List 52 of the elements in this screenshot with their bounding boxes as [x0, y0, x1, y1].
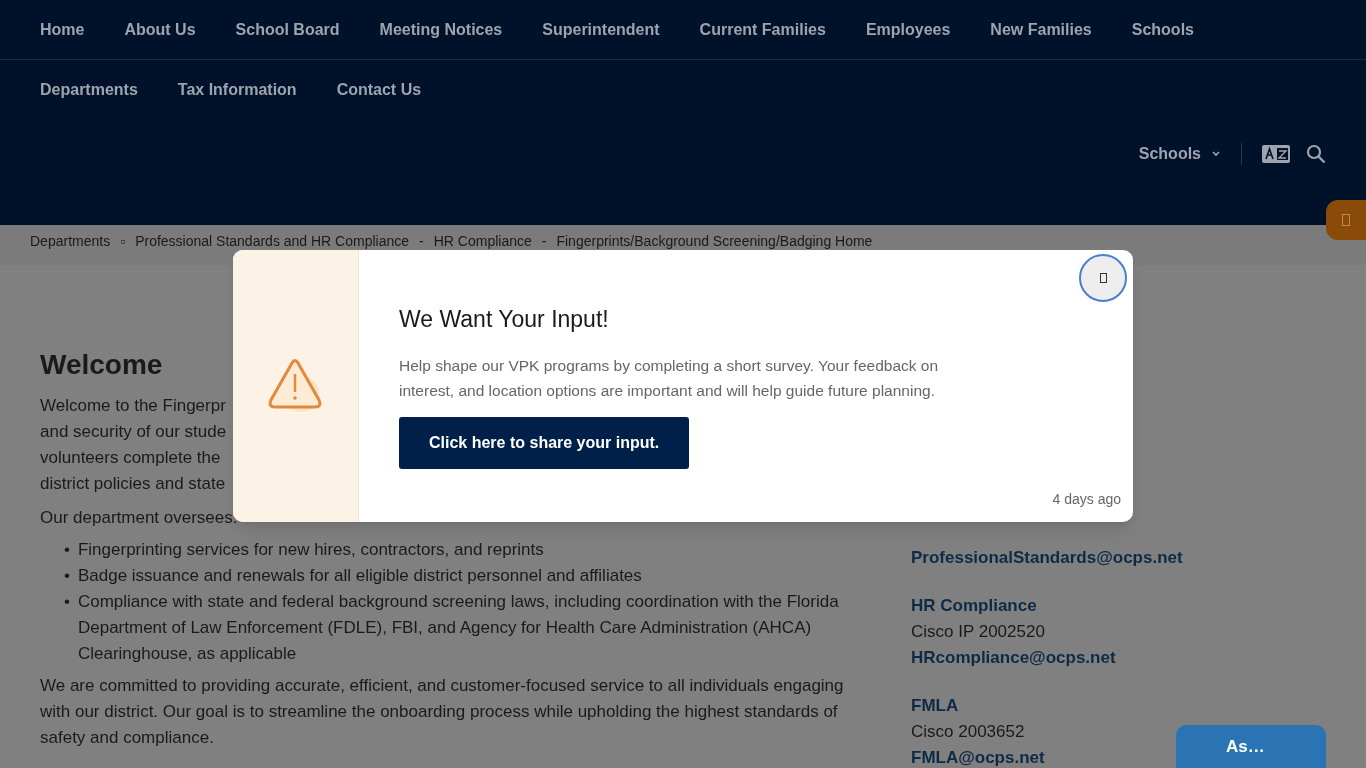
breadcrumb-link[interactable]: HR Compliance	[433, 231, 532, 252]
nav-link[interactable]: Superintendent	[522, 17, 680, 42]
share-input-button[interactable]: Click here to share your input.	[399, 416, 690, 469]
nav-link[interactable]: Home	[20, 17, 105, 42]
glyph-icon	[1342, 214, 1350, 226]
email-link[interactable]: FMLA@ocps.net	[911, 745, 1045, 768]
bullet-marker: •	[64, 591, 70, 613]
chat-button[interactable]: As…	[1176, 725, 1326, 768]
bullet-text: Compliance with state and federal background screening laws, including coordination with the Florida Department of Law Enforcement (FDLE), FBI, and Agency for Health Care Administration (AHCA) Clearinghouse, as applicable	[77, 591, 840, 665]
modal-message: Help shape our VPK programs by completing a short survey. Your feedback on interest, and location options are important and will help guide future planning.	[399, 355, 940, 401]
breadcrumb-separator: -	[419, 232, 424, 251]
side-tab[interactable]	[1326, 200, 1366, 240]
translate-icon[interactable]	[1262, 145, 1290, 163]
intro-text-line: and security of our stude	[40, 421, 227, 443]
nav-link[interactable]: Schools	[1111, 17, 1214, 42]
breadcrumb-link[interactable]: Professional Standards and HR Compliance	[135, 231, 410, 252]
bullet-text: Badge issuance and renewals for all eligible district personnel and affiliates	[77, 565, 642, 587]
nav-link[interactable]: School Board	[215, 17, 360, 42]
bullet-text: Fingerprinting services for new hires, contractors, and reprints	[77, 539, 544, 561]
breadcrumb-link[interactable]: Fingerprints/Background Screening/Badging Home	[556, 231, 873, 252]
page-heading: Welcome	[40, 348, 163, 382]
contact-phone: Cisco IP 2002520	[911, 621, 1045, 643]
timestamp: 4 days ago	[1052, 490, 1121, 509]
nav-link[interactable]: New Families	[970, 17, 1112, 42]
breadcrumb-separator: ▫	[120, 232, 126, 251]
intro-text-line: Welcome to the Fingerpr	[40, 395, 226, 417]
nav-link[interactable]: Tax Information	[157, 78, 317, 102]
nav-link[interactable]: Current Families	[679, 17, 846, 42]
breadcrumb-separator: -	[541, 232, 547, 251]
nav-link[interactable]: Contact Us	[316, 78, 442, 102]
intro-text-line: district policies and state	[40, 473, 226, 495]
paragraph: Our department oversees:	[40, 507, 239, 529]
contact-phone: Cisco 2003652	[911, 721, 1025, 743]
breadcrumb-link[interactable]: Departments	[30, 231, 111, 252]
nav-link[interactable]: Employees	[845, 17, 971, 42]
close-icon	[1099, 273, 1107, 283]
bullet-marker: •	[64, 539, 70, 561]
close-button[interactable]	[1079, 254, 1127, 302]
search-icon[interactable]	[1306, 144, 1326, 164]
nav-link[interactable]: Departments	[20, 78, 158, 102]
intro-text-line: volunteers complete the	[40, 447, 221, 469]
email-link[interactable]: HRcompliance@ocps.net	[911, 645, 1116, 671]
email-link[interactable]: ProfessionalStandards@ocps.net	[911, 545, 1183, 571]
bullet-marker: •	[64, 565, 70, 587]
contact-title: HR Compliance	[911, 595, 1037, 617]
modal-title: We Want Your Input!	[399, 305, 610, 334]
paragraph: We are committed to providing accurate, efficient, and customer-focused service to all individuals engaging with our district. Our goal is to streamline the onboarding process while upholding the highest standards of safety and compliance.	[40, 675, 845, 749]
nav-link[interactable]: About Us	[104, 17, 216, 42]
schools-dropdown[interactable]: Schools	[1138, 142, 1221, 166]
contact-title: FMLA	[911, 695, 959, 717]
chevron-down-icon	[1211, 150, 1221, 158]
nav-link[interactable]: Meeting Notices	[359, 17, 523, 42]
